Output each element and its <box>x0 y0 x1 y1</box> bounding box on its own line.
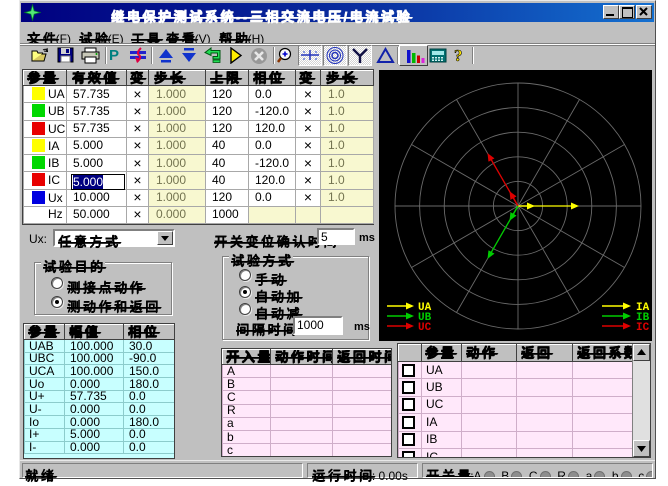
svg-text:IC: IC <box>636 322 650 334</box>
svg-text:?: ? <box>454 46 463 64</box>
svg-text:P: P <box>109 47 119 63</box>
svg-text:UC: UC <box>418 322 432 334</box>
